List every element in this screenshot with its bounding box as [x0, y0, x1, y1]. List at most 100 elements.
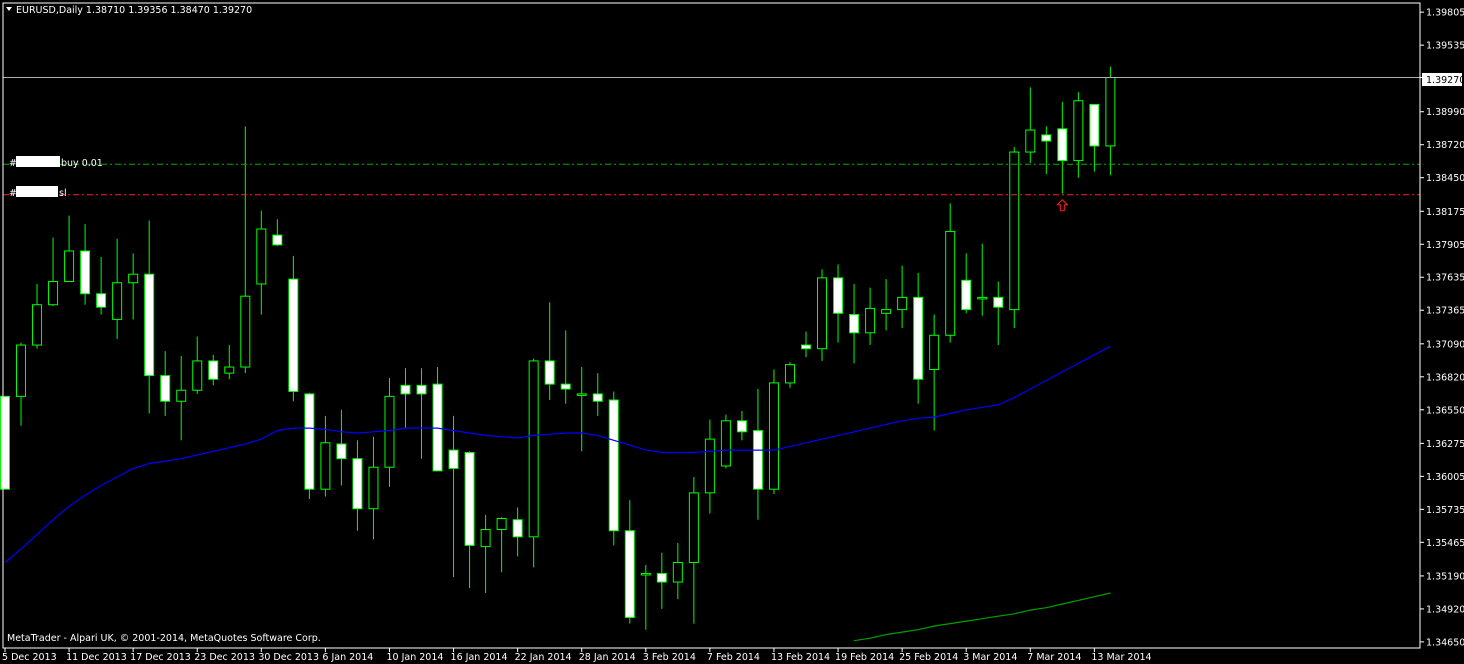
price-chart[interactable]: 1.39805 1.39535 1.38990 1.38720 1.38450 1.381… — [0, 0, 1464, 664]
candle-body — [160, 375, 171, 402]
candle-body — [961, 279, 972, 311]
y-tick-label: 1.39535 — [1426, 41, 1464, 52]
candle-body — [16, 344, 27, 397]
x-tick-label: 22 Jan 2014 — [515, 652, 572, 663]
y-tick-label: 1.39805 — [1426, 8, 1464, 19]
candle-body — [752, 430, 763, 490]
candle — [1009, 147, 1020, 328]
x-tick-label: 11 Dec 2013 — [66, 652, 127, 663]
y-tick-label: 1.36550 — [1426, 405, 1464, 416]
candle-body — [977, 296, 988, 300]
candle-body — [0, 395, 10, 490]
x-tick-label: 10 Jan 2014 — [386, 652, 443, 663]
x-tick-label: 28 Jan 2014 — [579, 652, 636, 663]
candle-body — [464, 452, 475, 546]
candle-body — [833, 277, 844, 314]
candle-body — [496, 518, 507, 531]
svg-text:buy 0.01: buy 0.01 — [61, 158, 103, 169]
y-tick-label: 1.37090 — [1426, 339, 1464, 350]
candle-body — [656, 572, 667, 583]
candle — [304, 392, 315, 499]
x-tick-label: 3 Mar 2014 — [963, 652, 1017, 663]
candle-body — [672, 561, 683, 583]
candle-body — [688, 492, 699, 563]
candle-body — [544, 360, 555, 385]
candle-body — [624, 530, 635, 618]
bid-price-tag: 1.39270 — [1422, 73, 1464, 86]
candle-body — [144, 273, 155, 377]
candle-body — [112, 282, 123, 320]
candle — [720, 414, 731, 469]
chart-background — [0, 0, 1464, 664]
candle-body — [224, 366, 235, 374]
y-tick-label: 1.37365 — [1426, 306, 1464, 317]
y-tick-label: 1.38720 — [1426, 140, 1464, 151]
x-tick-label: 23 Dec 2013 — [194, 652, 255, 663]
x-tick-label: 30 Dec 2013 — [258, 652, 319, 663]
candle — [817, 269, 828, 361]
chart-window[interactable]: 1.39805 1.39535 1.38990 1.38720 1.38450 1.381… — [0, 0, 1464, 664]
y-tick-label: 1.38990 — [1426, 107, 1464, 118]
svg-text:#: # — [9, 188, 17, 199]
candle-body — [768, 382, 779, 490]
candle-body — [1025, 129, 1036, 153]
candle-body — [320, 442, 331, 490]
candle-body — [897, 296, 908, 311]
candle-body — [560, 383, 571, 390]
candle-body — [192, 360, 203, 391]
candle — [768, 369, 779, 495]
svg-text:1.39270: 1.39270 — [1426, 75, 1464, 86]
candle-body — [1089, 103, 1100, 147]
x-tick-label: 3 Feb 2014 — [643, 652, 696, 663]
y-tick-label: 1.34920 — [1426, 604, 1464, 615]
candle-body — [416, 384, 427, 395]
y-tick-label: 1.37905 — [1426, 240, 1464, 251]
candle-body — [913, 296, 924, 380]
x-tick-label: 13 Feb 2014 — [771, 652, 830, 663]
candle-body — [865, 307, 876, 334]
candle-body — [881, 309, 892, 314]
x-tick-label: 17 Dec 2013 — [130, 652, 191, 663]
candle-body — [849, 314, 860, 334]
candle-body — [801, 344, 811, 350]
candle-body — [817, 277, 828, 350]
candle-body — [336, 443, 347, 460]
candle — [608, 391, 619, 546]
candle-body — [1073, 100, 1084, 162]
candle-body — [608, 399, 619, 532]
candle-body — [80, 250, 91, 295]
candle-body — [96, 293, 107, 308]
x-tick-label: 7 Feb 2014 — [707, 652, 760, 663]
y-tick-label: 1.35190 — [1426, 571, 1464, 582]
candle-body — [640, 572, 651, 576]
y-tick-label: 1.36275 — [1426, 439, 1464, 450]
candle-body — [528, 360, 539, 538]
candle-body — [48, 281, 59, 306]
y-tick-label: 1.38450 — [1426, 173, 1464, 184]
candle-body — [448, 449, 459, 469]
x-tick-label: 6 Jan 2014 — [322, 652, 373, 663]
candle-body — [240, 295, 251, 368]
candle-body — [400, 384, 411, 395]
candle-body — [592, 393, 603, 402]
candle-body — [256, 228, 267, 285]
candle-body — [929, 334, 940, 370]
candle-body — [576, 393, 587, 396]
candle-body — [304, 393, 315, 490]
candle-body — [352, 458, 363, 510]
y-tick-label: 1.35465 — [1426, 538, 1464, 549]
y-tick-label: 1.36005 — [1426, 472, 1464, 483]
y-tick-label: 1.37635 — [1426, 273, 1464, 284]
candle-body — [288, 278, 299, 392]
candle-body — [368, 466, 379, 510]
candle-body — [512, 519, 523, 538]
y-tick-label: 1.35735 — [1426, 505, 1464, 516]
candle-body — [1057, 128, 1068, 162]
candle-body — [993, 296, 1004, 308]
symbol-info: EURUSD,Daily 1.38710 1.39356 1.38470 1.3… — [16, 5, 252, 16]
candle-body — [784, 364, 795, 384]
x-tick-label: 5 Dec 2013 — [2, 652, 57, 663]
y-tick-label: 1.38175 — [1426, 207, 1464, 218]
candle — [528, 358, 539, 568]
candle-body — [720, 420, 731, 467]
